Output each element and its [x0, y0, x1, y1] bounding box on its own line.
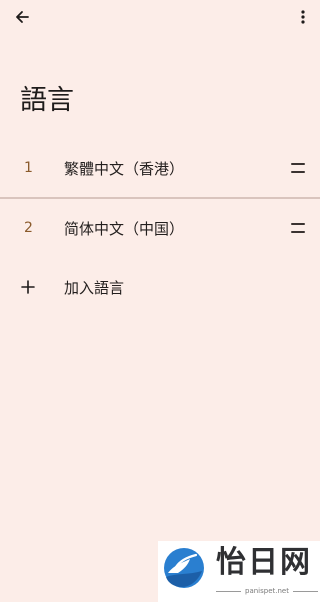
- top-app-bar: [0, 0, 320, 34]
- language-order-number: 1: [24, 160, 33, 176]
- language-item[interactable]: 2 简体中文（中国）: [0, 198, 320, 257]
- plus-icon: [21, 280, 35, 294]
- watermark-url-text: panispet.net: [245, 587, 289, 595]
- add-language-button[interactable]: 加入語言: [0, 258, 320, 316]
- drag-handle-icon[interactable]: [291, 223, 305, 233]
- watermark-logo-icon: [164, 548, 204, 588]
- back-button[interactable]: [10, 5, 34, 29]
- watermark: 怡日网 panispet.net: [158, 541, 320, 602]
- watermark-text: 怡日网: [216, 545, 312, 580]
- watermark-url: panispet.net: [216, 587, 318, 595]
- page-title: 語言: [20, 85, 74, 116]
- language-name: 简体中文（中国）: [64, 219, 185, 238]
- language-item[interactable]: 1 繁體中文（香港）: [0, 139, 320, 198]
- more-vert-icon: [301, 10, 305, 24]
- more-options-button[interactable]: [292, 5, 314, 29]
- drag-handle-icon[interactable]: [291, 163, 305, 173]
- language-settings-screen: 語言 1 繁體中文（香港） 2 简体中文（中国） 加入語言 怡日网 panisp…: [0, 0, 320, 602]
- language-name: 繁體中文（香港）: [64, 159, 185, 178]
- language-list: 1 繁體中文（香港） 2 简体中文（中国）: [0, 139, 320, 257]
- arrow-back-icon: [16, 11, 29, 23]
- add-language-label: 加入語言: [64, 278, 125, 297]
- language-order-number: 2: [24, 220, 33, 236]
